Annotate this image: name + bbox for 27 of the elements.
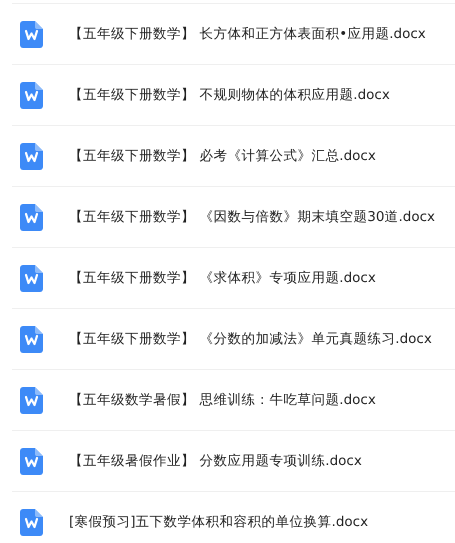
word-document-icon [20, 142, 43, 170]
word-document-icon [20, 20, 43, 48]
file-name: 【五年级下册数学】 必考《计算公式》汇总.docx [69, 147, 376, 165]
word-document-icon [20, 386, 43, 414]
word-document-icon [20, 508, 43, 536]
file-name: 【五年级下册数学】 长方体和正方体表面积•应用题.docx [69, 25, 426, 43]
file-name: 【五年级下册数学】 不规则物体的体积应用题.docx [69, 86, 390, 104]
file-name: 【五年级下册数学】 《分数的加减法》单元真题练习.docx [69, 330, 432, 348]
file-name: [寒假预习]五下数学体积和容积的单位换算.docx [69, 513, 368, 531]
file-name: 【五年级下册数学】 《因数与倍数》期末填空题30道.docx [69, 208, 436, 226]
word-document-icon [20, 326, 43, 352]
word-document-icon [20, 82, 43, 108]
file-name: 【五年级下册数学】 《求体积》专项应用题.docx [69, 269, 376, 287]
file-row[interactable]: 【五年级下册数学】 《求体积》专项应用题.docx [12, 247, 455, 308]
file-row[interactable]: 【五年级下册数学】 《分数的加减法》单元真题练习.docx [12, 308, 455, 369]
word-document-icon [20, 264, 43, 292]
file-name: 【五年级暑假作业】 分数应用题专项训练.docx [69, 452, 362, 470]
file-row[interactable]: 【五年级暑假作业】 分数应用题专项训练.docx [12, 430, 455, 491]
word-document-icon [20, 448, 43, 474]
file-row[interactable]: 【五年级下册数学】 不规则物体的体积应用题.docx [12, 64, 455, 125]
file-row[interactable]: 【五年级下册数学】 长方体和正方体表面积•应用题.docx [12, 3, 455, 64]
word-document-icon [20, 204, 43, 230]
file-row[interactable]: [寒假预习]五下数学体积和容积的单位换算.docx [12, 491, 455, 543]
file-row[interactable]: 【五年级数学暑假】 思维训练：牛吃草问题.docx [12, 369, 455, 430]
file-row[interactable]: 【五年级下册数学】 《因数与倍数》期末填空题30道.docx [12, 186, 455, 247]
file-name: 【五年级数学暑假】 思维训练：牛吃草问题.docx [69, 391, 376, 409]
file-row[interactable]: 【五年级下册数学】 必考《计算公式》汇总.docx [12, 125, 455, 186]
